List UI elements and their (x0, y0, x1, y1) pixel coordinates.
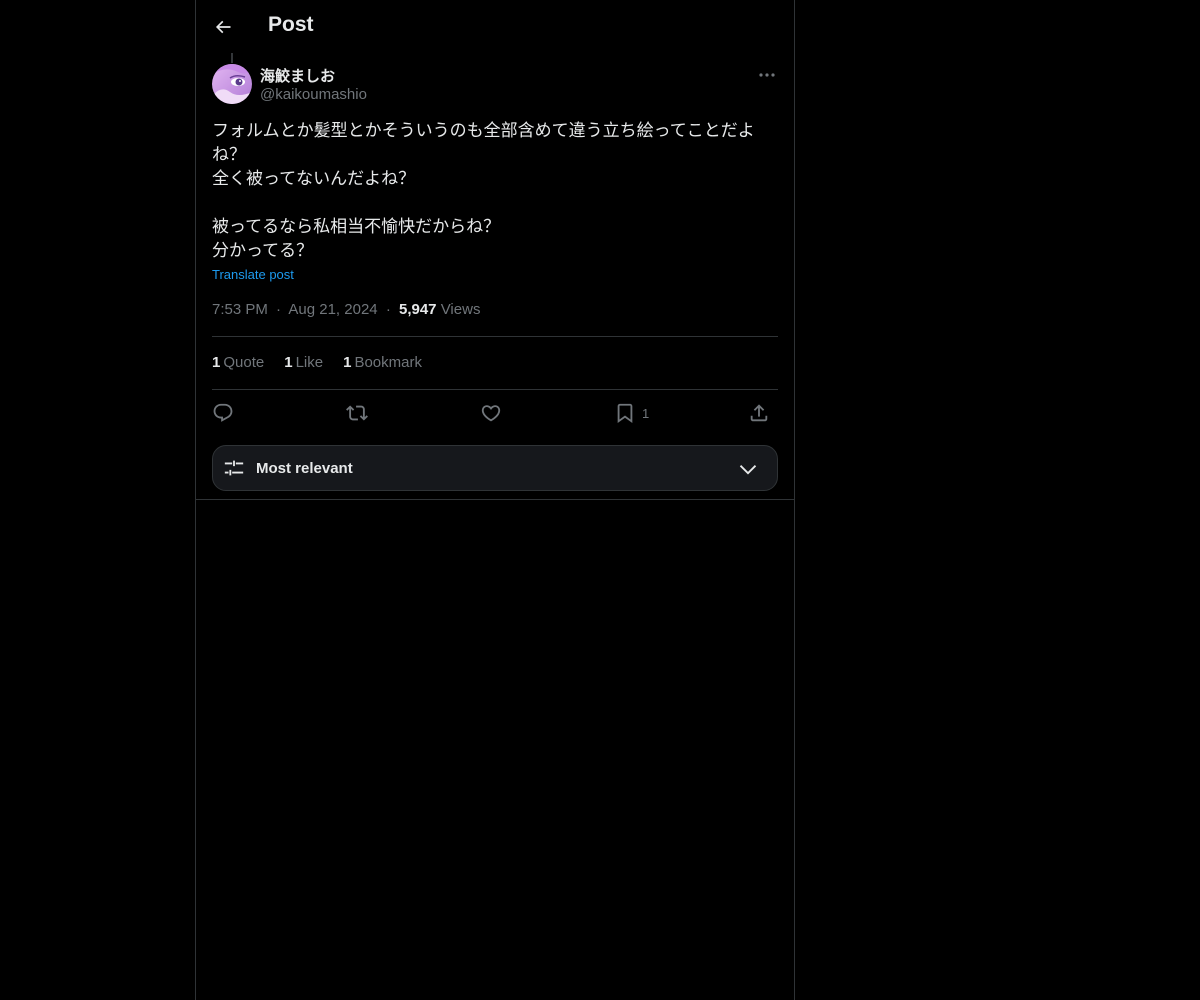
reply-button[interactable] (212, 400, 234, 426)
back-button[interactable] (208, 12, 238, 42)
views-count: 5,947 (398, 301, 437, 318)
author-name[interactable]: 海鮫ましお (260, 65, 335, 86)
avatar-image (212, 64, 252, 104)
reply-icon (213, 403, 233, 422)
author-handle[interactable]: @kaikoumashio (260, 86, 367, 103)
post-text: フォルムとか髪型とかそういうのも全部含めて違う立ち絵ってことだよ ね？ 全く被っ… (212, 119, 772, 263)
thread-connector (231, 53, 233, 63)
post-text-line (212, 191, 772, 215)
divider (212, 389, 778, 390)
reply-sort-dropdown[interactable]: Most relevant (212, 445, 778, 491)
avatar[interactable] (212, 64, 252, 104)
post-text-line: 分かってる？ (212, 241, 314, 261)
main-column: Post 海鮫ましお @kaikoumashio フォルムとか髪型とかそういうの… (195, 0, 795, 1000)
post-text-line: 被ってるなら私相当不愉快だからね？ (212, 217, 501, 237)
page-header: Post (196, 0, 794, 53)
bookmarks-stat[interactable]: 1 Bookmark (343, 354, 422, 371)
quotes-stat[interactable]: 1 Quote (212, 354, 264, 371)
meta-separator: · (276, 301, 282, 318)
page-title: Post (268, 13, 314, 36)
bookmarks-count: 1 (343, 354, 352, 371)
bookmark-icon (617, 403, 633, 424)
action-bar: 1 (212, 400, 778, 428)
more-options-button[interactable] (756, 65, 778, 85)
heart-icon (481, 405, 501, 422)
likes-label: Like (295, 354, 324, 371)
section-divider (196, 499, 794, 500)
more-horizontal-icon (759, 73, 775, 77)
sliders-icon (224, 460, 244, 476)
bookmarks-label: Bookmark (354, 354, 422, 371)
author-row: 海鮫ましお @kaikoumashio (212, 64, 778, 106)
bookmark-count: 1 (642, 405, 650, 421)
post-time[interactable]: 7:53 PM (212, 301, 268, 318)
post-text-line: ね？ (212, 145, 246, 165)
quotes-count: 1 (212, 354, 221, 371)
sort-label: Most relevant (256, 460, 353, 477)
share-button[interactable] (748, 400, 770, 426)
bookmark-button[interactable]: 1 (614, 400, 649, 426)
chevron-down-icon (739, 465, 757, 475)
likes-stat[interactable]: 1 Like (284, 354, 323, 371)
translate-post-link[interactable]: Translate post (212, 267, 294, 282)
repost-button[interactable] (346, 400, 368, 426)
share-icon (750, 404, 768, 422)
post-text-line: フォルムとか髪型とかそういうのも全部含めて違う立ち絵ってことだよ (212, 121, 755, 141)
repost-icon (346, 405, 368, 421)
views-label: Views (440, 301, 481, 318)
quotes-label: Quote (223, 354, 265, 371)
likes-count: 1 (284, 354, 293, 371)
post-date[interactable]: Aug 21, 2024 (288, 301, 377, 318)
like-button[interactable] (480, 400, 502, 426)
arrow-left-icon (215, 20, 231, 34)
post-text-line: 全く被ってないんだよね？ (212, 169, 416, 189)
meta-separator: · (385, 301, 391, 318)
post-meta: 7:53 PM · Aug 21, 2024 · 5,947 Views (212, 301, 480, 318)
divider (212, 336, 778, 337)
engagement-stats: 1 Quote 1 Like 1 Bookmark (212, 354, 422, 371)
